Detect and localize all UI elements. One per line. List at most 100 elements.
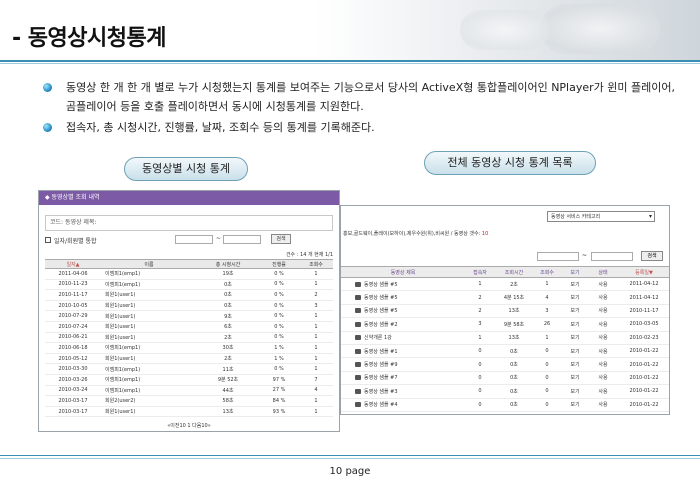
merge-checkbox[interactable] (45, 237, 51, 243)
table-row[interactable]: 2010-10-05 회원1(user1) 0초 0 % 3 (45, 300, 333, 312)
table-row[interactable]: 동영상 샘플 #5 1 2초 1 보기 사용 2011-04-12 (341, 277, 669, 292)
table-cell: 1 (299, 332, 333, 344)
start-date-input[interactable] (537, 252, 579, 261)
table-cell: 보기 (561, 398, 589, 412)
table-cell: 사용 (589, 398, 617, 412)
video-title[interactable]: 동영상 샘플 #2 (364, 322, 398, 328)
table-row[interactable]: 2010-07-24 회원1(user1) 6초 0 % 1 (45, 321, 333, 333)
table-row[interactable]: 2010-03-17 회원2(user2) 58초 84 % 1 (45, 395, 333, 407)
column-header: 접속자 (465, 266, 495, 278)
video-title[interactable]: 동영상 샘플 #4 (364, 402, 398, 408)
column-header[interactable]: 등록일▼ (617, 266, 669, 278)
table-cell: 보기 (561, 304, 589, 319)
video-title[interactable]: 동영상 샘플 #5 (364, 308, 398, 314)
table-cell: 회원1(user1) (101, 353, 197, 365)
all-videos-stats-screenshot: 동영상 서비스 카테고리 ▾ 홍보,골드웨이,플레이(보하이),제우수원(위),… (340, 205, 670, 415)
table-row[interactable]: 동영상 샘플 #4 0 0초 0 보기 사용 2010-01-22 (341, 398, 669, 412)
table-cell: 보기 (561, 384, 589, 399)
video-title[interactable]: 동영상 샘플 #9 (364, 362, 398, 368)
table-row[interactable]: 동영상 샘플 #5 2 13초 3 보기 사용 2010-11-17 (341, 304, 669, 319)
table-cell: 사용 (589, 344, 617, 359)
table-row[interactable]: 2010-11-23 이엠피1(emp1) 0초 0 % 1 (45, 279, 333, 291)
table-row[interactable]: 2010-03-26 이엠피1(emp1) 9분 52초 97 % 7 (45, 374, 333, 386)
category-select[interactable]: 동영상 서비스 카테고리 ▾ (547, 211, 655, 222)
table-cell: 0 (465, 357, 495, 372)
table-cell: 보기 (561, 290, 589, 305)
column-header: 조회수 (533, 266, 561, 278)
table-row[interactable]: 2010-06-21 회원1(user1) 2초 0 % 1 (45, 332, 333, 344)
table-cell: 84 % (259, 395, 299, 407)
table-cell: 동영상 샘플 #5 (341, 290, 465, 305)
video-title[interactable]: 동영상 샘플 #1 (364, 349, 398, 355)
table-cell: 2010-02-23 (617, 331, 669, 345)
search-box[interactable]: 코드: 동영상 제목: (45, 215, 333, 231)
table-cell: 0 (533, 344, 561, 359)
table-cell: 27 % (259, 385, 299, 397)
table-cell: 2011-04-12 (617, 290, 669, 305)
table-row[interactable]: 동영상 샘플 #9 0 0초 0 보기 사용 2010-01-22 (341, 357, 669, 372)
video-icon (355, 321, 361, 327)
table-cell: 1 (299, 395, 333, 407)
video-stats-table: 동영상 제목 접속자 조회시간 조회수 보기 상태 등록일▼ 동영상 샘플 #5… (341, 266, 669, 412)
table-row[interactable]: 동영상 샘플 #2 3 9분 58초 26 보기 사용 2010-03-05 (341, 317, 669, 332)
table-cell: 0 % (259, 310, 299, 322)
table-row[interactable]: 2010-05-12 회원1(user1) 2초 1 % 1 (45, 353, 333, 365)
end-date-input[interactable] (223, 235, 261, 244)
bullet-item: 동영상 한 개 한 개 별로 누가 시청했는지 통계를 보여주는 기능으로서 당… (40, 78, 680, 116)
table-row[interactable]: 동영상 샘플 #5 2 4분 15초 4 보기 사용 2011-04-12 (341, 290, 669, 305)
table-row[interactable]: 동영상 샘플 #1 0 0초 0 보기 사용 2010-01-22 (341, 344, 669, 359)
column-header: 진행률 (259, 259, 299, 269)
table-cell: 0 % (259, 332, 299, 344)
table-cell: 4 (299, 385, 333, 397)
table-row[interactable]: 2010-03-30 이엠피1(emp1) 11초 0 % 1 (45, 363, 333, 375)
table-cell: 0 (465, 371, 495, 386)
video-count: 10 (481, 231, 489, 237)
end-date-input[interactable] (591, 252, 633, 261)
table-cell: 1 (299, 363, 333, 375)
table-cell: 0 % (259, 279, 299, 291)
page-number: 10 page (329, 466, 371, 477)
video-title[interactable]: 신약개론 1강 (364, 335, 392, 341)
table-cell: 이엠피1(emp1) (101, 385, 197, 397)
record-count: 건수 : 14 개 현재 1/1 (285, 252, 333, 258)
table-cell: 3 (533, 304, 561, 319)
table-cell: 2010-01-22 (617, 384, 669, 399)
column-header: 상태 (589, 266, 617, 278)
filter-row: 일자/회원별 통합 ~ 검색 (45, 234, 333, 251)
table-cell: 3 (299, 300, 333, 312)
video-icon (355, 308, 361, 314)
search-button[interactable]: 검색 (271, 234, 291, 244)
table-row[interactable]: 2010-11-17 회원1(user1) 0초 0 % 2 (45, 289, 333, 301)
search-button[interactable]: 검색 (641, 251, 663, 261)
table-row[interactable]: 2011-04-06 이엠피1(emp1) 19초 0 % 1 (45, 268, 333, 280)
start-date-input[interactable] (175, 235, 213, 244)
table-cell: 1 (533, 331, 561, 345)
table-cell: 2010-11-17 (45, 289, 101, 301)
table-cell: 0초 (197, 279, 259, 291)
table-cell: 2 (465, 290, 495, 305)
video-title[interactable]: 동영상 샘플 #7 (364, 375, 398, 381)
table-cell: 사용 (589, 371, 617, 386)
table-cell: 9초 (197, 310, 259, 322)
table-row[interactable]: 2010-07-29 회원1(user1) 9초 0 % 1 (45, 310, 333, 322)
pagination[interactable]: «이전10 1 다음10» (39, 422, 339, 429)
table-row[interactable]: 동영상 샘플 #7 0 0초 0 보기 사용 2010-01-22 (341, 371, 669, 386)
table-row[interactable]: 2010-03-17 회원1(user1) 13초 93 % 1 (45, 406, 333, 418)
footer-divider (0, 455, 700, 456)
table-cell: 9분 58초 (495, 317, 533, 332)
video-title[interactable]: 동영상 샘플 #3 (364, 389, 398, 395)
table-row[interactable]: 신약개론 1강 1 13초 1 보기 사용 2010-02-23 (341, 331, 669, 345)
table-cell: 0초 (495, 357, 533, 372)
table-cell: 사용 (589, 277, 617, 292)
table-cell: 2010-03-17 (45, 395, 101, 407)
video-title[interactable]: 동영상 샘플 #5 (364, 295, 398, 301)
video-title[interactable]: 동영상 샘플 #5 (364, 282, 398, 288)
table-row[interactable]: 동영상 샘플 #3 0 0초 0 보기 사용 2010-01-22 (341, 384, 669, 399)
column-header[interactable]: 일자▲ (45, 259, 101, 269)
table-row[interactable]: 2010-06-18 이엠피1(emp1) 30초 1 % 1 (45, 342, 333, 354)
table-cell: 0 % (259, 363, 299, 375)
table-cell: 11초 (197, 363, 259, 375)
right-screenshot-label: 전체 동영상 시청 통계 목록 (424, 151, 596, 175)
table-row[interactable]: 2010-03-24 이엠피1(emp1) 44초 27 % 4 (45, 385, 333, 397)
video-icon (355, 362, 361, 368)
